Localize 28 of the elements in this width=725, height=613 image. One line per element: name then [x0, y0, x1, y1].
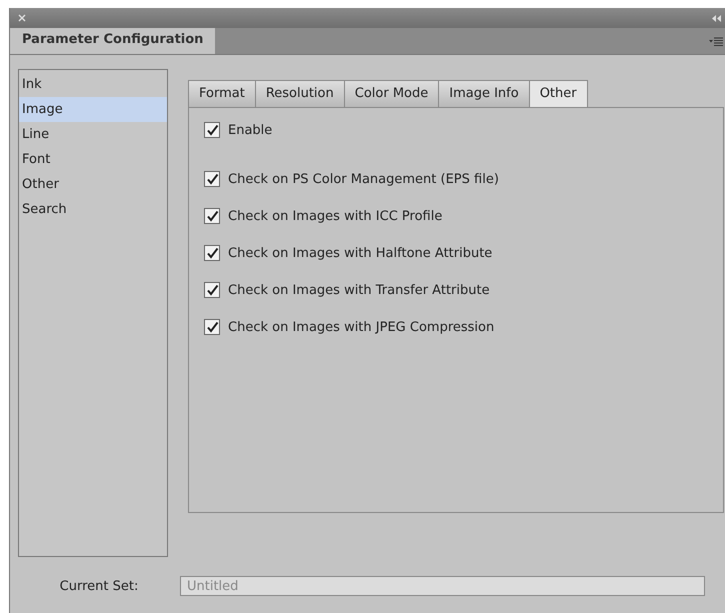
tab[interactable]: Image Info [438, 80, 529, 108]
list-item[interactable]: Other [19, 172, 167, 197]
checkbox[interactable] [204, 282, 220, 298]
list-item[interactable]: Ink [19, 72, 167, 97]
checkbox-label: Enable [228, 122, 272, 138]
field-label: Current Set: [58, 578, 140, 594]
checkbox-label: Check on Images with Halftone Attribute [228, 246, 492, 260]
list-item[interactable]: Line [19, 122, 167, 147]
checkbox[interactable] [204, 122, 220, 138]
list-item[interactable]: Search [19, 197, 167, 222]
tab[interactable]: Format [188, 80, 255, 108]
checkbox[interactable] [204, 208, 220, 224]
checkbox-label: Check on Images with JPEG Compression [228, 320, 494, 334]
list-item[interactable]: Font [19, 147, 167, 172]
checkbox[interactable] [204, 245, 220, 261]
tab[interactable]: Resolution [254, 80, 344, 108]
checkbox-label: Check on Images with ICC Profile [228, 208, 442, 224]
checkbox-label: Check on PS Color Management (EPS file) [228, 172, 499, 186]
checkbox[interactable] [204, 319, 220, 335]
checkbox-label: Check on Images with Transfer Attribute [228, 282, 490, 298]
tab[interactable]: Color Mode [344, 80, 438, 108]
collapse-icon[interactable] [712, 14, 721, 22]
list-item[interactable]: Image [19, 97, 167, 122]
close-icon[interactable] [18, 14, 26, 22]
menu-icon[interactable] [709, 36, 723, 46]
panel-tab[interactable]: Parameter Configuration [10, 28, 216, 54]
tab[interactable]: Other [528, 80, 588, 108]
checkbox[interactable] [204, 171, 220, 187]
